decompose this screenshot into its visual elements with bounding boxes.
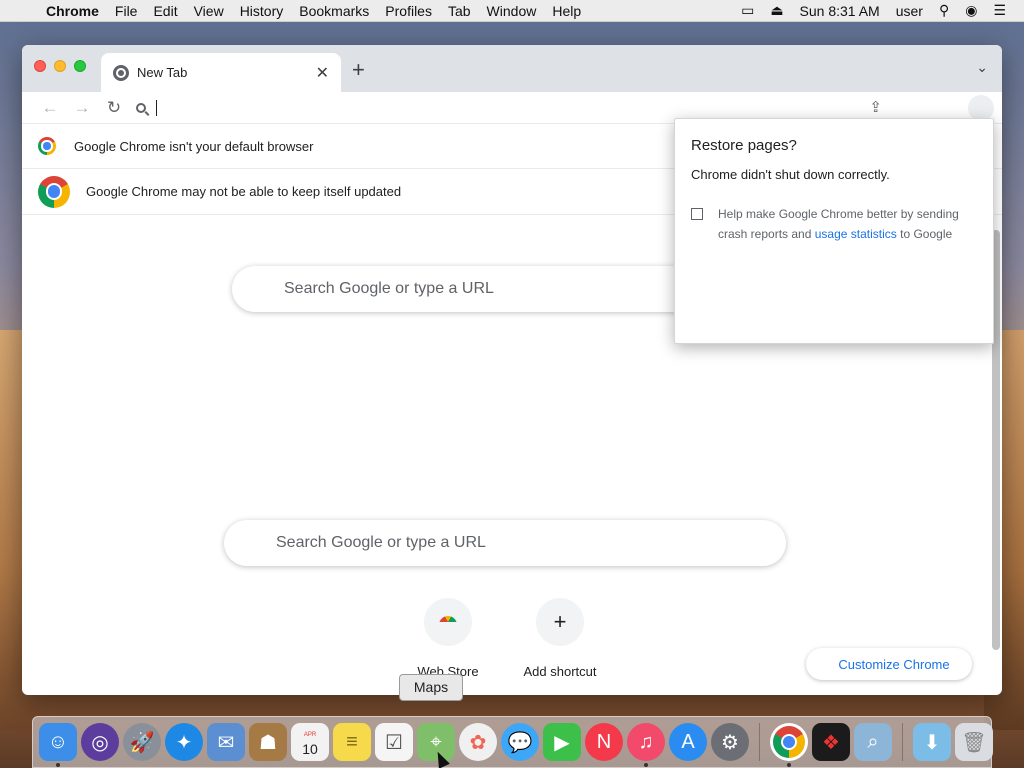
calendar-month: APR <box>303 732 317 738</box>
omnibox[interactable] <box>136 99 157 116</box>
spotlight-icon[interactable]: ⚲ <box>931 2 957 19</box>
dock-tooltip: Maps <box>399 674 463 701</box>
text-caret <box>156 99 157 116</box>
omnibox-search-icon <box>136 102 146 113</box>
notification-center-icon[interactable]: ☰ <box>985 2 1014 19</box>
crash-report-text-part2: to Google <box>900 227 953 241</box>
system-preferences-icon[interactable]: ⚙ <box>711 723 749 761</box>
menu-tab[interactable]: Tab <box>440 3 479 19</box>
close-window-button[interactable] <box>34 60 46 72</box>
menu-app-name[interactable]: Chrome <box>40 3 107 19</box>
siri-icon[interactable]: ◎ <box>81 723 119 761</box>
contacts-icon[interactable]: ☗ <box>249 723 287 761</box>
tab-search-chevron-icon[interactable]: ⌄ <box>976 59 988 76</box>
eject-icon[interactable]: ⏏ <box>762 2 791 19</box>
chrome-tab-favicon-icon <box>113 64 129 81</box>
shortcut-label: Add shortcut <box>523 664 597 679</box>
close-tab-icon[interactable]: ✕ <box>316 63 329 83</box>
forward-arrow-icon[interactable]: → <box>66 98 98 118</box>
infobar-default-browser-text: Google Chrome isn't your default browser <box>74 138 314 154</box>
downloads-folder-icon[interactable]: ⬇ <box>913 723 951 761</box>
messages-icon[interactable]: 💬 <box>501 723 539 761</box>
menu-history[interactable]: History <box>232 3 292 19</box>
usage-statistics-link[interactable]: usage statistics <box>815 227 897 241</box>
restore-pages-dialog: Restore pages? Chrome didn't shut down c… <box>674 118 994 344</box>
back-arrow-icon[interactable]: ← <box>34 98 66 118</box>
menu-edit[interactable]: Edit <box>145 3 185 19</box>
tab-new-tab[interactable]: New Tab ✕ <box>101 53 341 92</box>
reload-icon[interactable]: ↻ <box>98 98 130 118</box>
menu-profiles[interactable]: Profiles <box>377 3 440 19</box>
shortcut-web-store[interactable]: Web Store <box>393 598 503 679</box>
minimize-window-button[interactable] <box>54 60 66 72</box>
news-icon[interactable]: N <box>585 723 623 761</box>
reminders-icon[interactable]: ☑ <box>375 723 413 761</box>
customize-chrome-button[interactable]: Customize Chrome <box>806 648 972 680</box>
calendar-day: 10 <box>302 741 318 757</box>
trash-icon[interactable]: 🗑 <box>955 723 993 761</box>
new-tab-plus-icon[interactable]: + <box>352 57 365 83</box>
menu-bar: Chrome File Edit View History Bookmarks … <box>0 0 1024 22</box>
share-icon[interactable]: ⇪ <box>869 98 882 116</box>
window-controls <box>34 60 86 72</box>
chrome-logo-icon <box>38 137 56 155</box>
tab-strip: New Tab ✕ + ⌄ <box>22 45 1002 92</box>
ntp-search-box[interactable]: Search Google or type a URL <box>224 520 786 566</box>
music-icon[interactable]: ♫ <box>627 723 665 767</box>
zoom-window-button[interactable] <box>74 60 86 72</box>
siri-menu-icon[interactable]: ◉ <box>957 2 985 19</box>
chrome-logo-icon <box>38 175 70 208</box>
dock-separator <box>902 723 903 761</box>
plus-icon: + <box>536 598 584 646</box>
calendar-icon[interactable]: APR 10 <box>291 723 329 761</box>
display-mirroring-icon[interactable]: ▭ <box>733 2 762 19</box>
menu-view[interactable]: View <box>186 3 232 19</box>
launchpad-icon[interactable]: 🚀 <box>123 723 161 761</box>
dock: ☺ ◎ 🚀 ✦ ✉ ☗ APR 10 ≡ ☑ ⌖ ✿ 💬 ▶ N ♫ A ⚙ ❖… <box>32 716 993 768</box>
app-store-icon[interactable]: A <box>669 723 707 761</box>
menu-clock[interactable]: Sun 8:31 AM <box>792 3 888 19</box>
notes-icon[interactable]: ≡ <box>333 723 371 761</box>
preview-icon[interactable]: ⌕ <box>854 723 892 761</box>
tab-title: New Tab <box>137 65 188 80</box>
shortcut-add[interactable]: + Add shortcut <box>505 598 615 679</box>
crash-report-checkbox[interactable] <box>691 208 703 220</box>
web-store-icon <box>424 598 472 646</box>
menu-bookmarks[interactable]: Bookmarks <box>291 3 377 19</box>
dialog-title: Restore pages? <box>691 137 797 154</box>
chrome-icon[interactable] <box>770 723 808 767</box>
menu-help[interactable]: Help <box>544 3 589 19</box>
menu-file[interactable]: File <box>107 3 146 19</box>
finder-icon[interactable]: ☺ <box>39 723 77 767</box>
safari-icon[interactable]: ✦ <box>165 723 203 761</box>
mail-icon[interactable]: ✉ <box>207 723 245 761</box>
facetime-icon[interactable]: ▶ <box>543 723 581 761</box>
menu-window[interactable]: Window <box>479 3 545 19</box>
photo-booth-icon[interactable]: ❖ <box>812 723 850 761</box>
dialog-message: Chrome didn't shut down correctly. <box>691 167 890 182</box>
photos-icon[interactable]: ✿ <box>459 723 497 761</box>
infobar-update-text: Google Chrome may not be able to keep it… <box>86 184 402 199</box>
crash-report-option: Help make Google Chrome better by sendin… <box>691 204 977 244</box>
menu-user[interactable]: user <box>888 3 931 19</box>
crash-report-text: Help make Google Chrome better by sendin… <box>718 204 977 244</box>
dock-separator <box>759 723 760 761</box>
